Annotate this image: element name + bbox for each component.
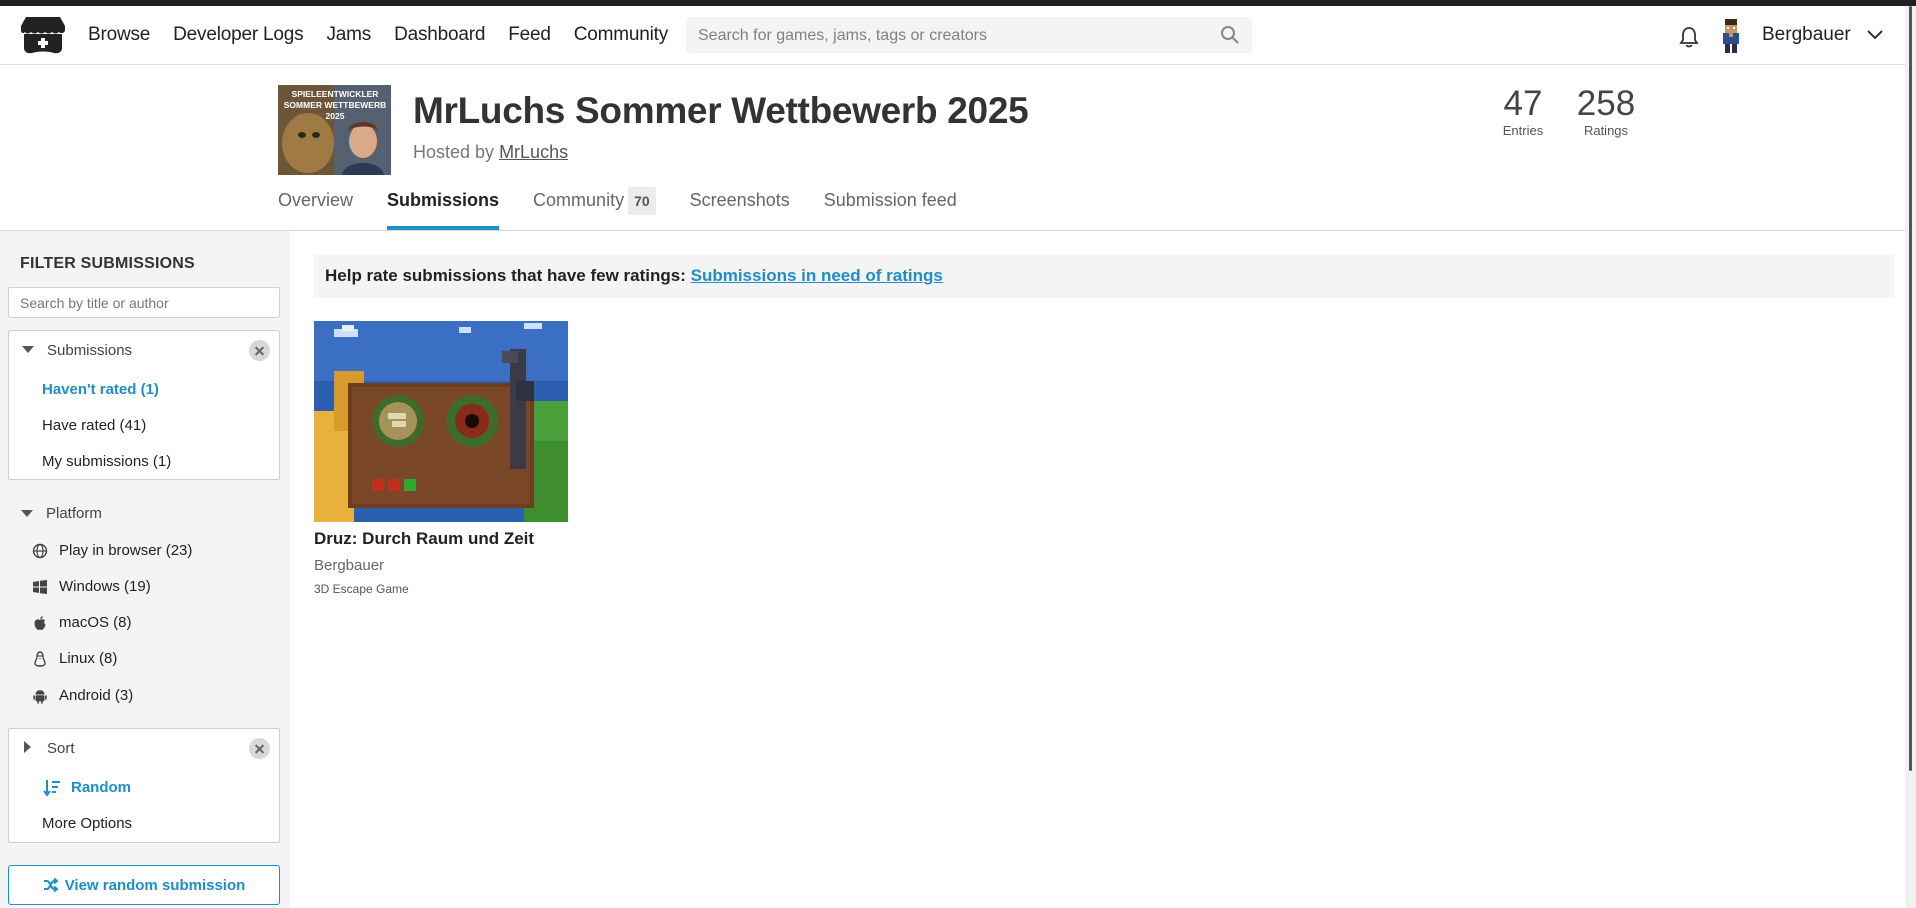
scrollbar-thumb[interactable] (1909, 6, 1912, 771)
platform-item-linux[interactable]: Linux (8) (32, 650, 117, 667)
clear-sort-icon[interactable] (249, 738, 270, 759)
notifications-bell-icon[interactable] (1678, 25, 1700, 49)
main-nav: Browse Developer Logs Jams Dashboard Fee… (88, 6, 668, 64)
entries-label: Entries (1502, 123, 1544, 138)
apple-icon (34, 615, 46, 630)
game-title[interactable]: Druz: Durch Raum und Zeit (314, 529, 534, 549)
search-icon[interactable] (1220, 25, 1240, 45)
nav-dashboard[interactable]: Dashboard (394, 24, 485, 46)
platform-label: Play in browser (23) (59, 542, 193, 559)
filter-my-submissions[interactable]: My submissions (1) (42, 453, 171, 470)
filter-search-input[interactable] (9, 288, 270, 317)
site-search (686, 17, 1252, 55)
platform-item-browser[interactable]: Play in browser (23) (32, 542, 192, 559)
platform-item-windows[interactable]: Windows (19) (32, 578, 151, 595)
username[interactable]: Bergbauer (1762, 6, 1851, 64)
community-count-badge: 70 (628, 187, 656, 215)
rating-notice-text: Help rate submissions that have few rati… (325, 266, 943, 286)
site-search-input[interactable] (696, 17, 1200, 55)
more-options-link[interactable]: More Options (42, 815, 132, 832)
platform-label: Windows (19) (59, 578, 151, 595)
sort-icon (43, 780, 60, 797)
platform-label: Linux (8) (59, 650, 118, 667)
host-link[interactable]: MrLuchs (499, 142, 568, 162)
random-button-label: View random submission (64, 876, 246, 894)
platform-filter-title[interactable]: Platform (46, 505, 102, 522)
android-icon (33, 689, 47, 703)
filter-havent-rated[interactable]: Haven't rated (1) (42, 381, 159, 398)
rating-notice: Help rate submissions that have few rati… (314, 255, 1894, 298)
nav-developer-logs[interactable]: Developer Logs (173, 24, 303, 46)
jam-hosted-by: Hosted by MrLuchs (413, 142, 568, 163)
nav-feed[interactable]: Feed (508, 24, 551, 46)
hosted-by-label: Hosted by (413, 142, 495, 162)
game-description: 3D Escape Game (314, 582, 409, 596)
ratings-count: 258 (1576, 84, 1636, 123)
windows-icon (33, 579, 47, 594)
user-avatar[interactable] (1720, 19, 1742, 53)
tab-submissions[interactable]: Submissions (387, 187, 500, 230)
itchio-logo-icon[interactable] (20, 15, 66, 55)
platform-item-macos[interactable]: macOS (8) (32, 614, 132, 631)
nav-community[interactable]: Community (574, 24, 668, 46)
jam-tabs: Overview Submissions Community 70 Screens… (278, 187, 957, 230)
sort-random[interactable]: Random (71, 779, 131, 796)
jam-cover-image[interactable]: SPIELEENTWICKLER SOMMER WETTBEWERB 2025 (278, 85, 391, 175)
filter-search (8, 287, 280, 318)
entries-count: 47 (1503, 84, 1543, 123)
linux-icon (34, 650, 46, 667)
tab-overview[interactable]: Overview (278, 187, 353, 230)
submissions-filter-panel: Submissions Haven't rated (1) Have rated… (8, 330, 280, 480)
submissions-need-ratings-link[interactable]: Submissions in need of ratings (691, 266, 943, 285)
shuffle-icon (43, 878, 59, 892)
chevron-down-icon[interactable] (1866, 26, 1884, 44)
entries-stat[interactable]: 47 Entries (1498, 84, 1548, 139)
ratings-stat[interactable]: 258 Ratings (1574, 84, 1638, 139)
globe-icon (32, 543, 48, 558)
sort-panel: Sort Random More Options (8, 728, 280, 843)
caret-right-icon[interactable] (24, 741, 31, 753)
ratings-label: Ratings (1583, 123, 1629, 138)
notice-text: Help rate submissions that have few rati… (325, 266, 686, 285)
view-random-submission-button[interactable]: View random submission (8, 865, 280, 905)
caret-down-icon[interactable] (21, 510, 33, 517)
filter-have-rated[interactable]: Have rated (41) (42, 417, 146, 434)
tab-submission-feed[interactable]: Submission feed (824, 187, 957, 230)
jam-header: SPIELEENTWICKLER SOMMER WETTBEWERB 2025 Mr… (0, 65, 1905, 231)
game-card: Druz: Durch Raum und Zeit Bergbauer 3D E… (314, 321, 568, 596)
nav-browse[interactable]: Browse (88, 24, 150, 46)
tab-screenshots[interactable]: Screenshots (690, 187, 790, 230)
clear-submissions-filter-icon[interactable] (249, 340, 270, 361)
platform-label: macOS (8) (59, 614, 132, 631)
site-header: Browse Developer Logs Jams Dashboard Fee… (0, 6, 1905, 65)
tab-community-label: Community (533, 190, 625, 210)
tab-community[interactable]: Community 70 (533, 187, 656, 230)
jam-cover-text: SPIELEENTWICKLER SOMMER WETTBEWERB 2025 (283, 89, 387, 121)
game-author[interactable]: Bergbauer (314, 557, 384, 574)
nav-jams[interactable]: Jams (326, 24, 371, 46)
game-thumbnail[interactable] (314, 321, 568, 522)
filter-title: FILTER SUBMISSIONS (20, 255, 195, 272)
sort-title[interactable]: Sort (47, 740, 75, 757)
platform-item-android[interactable]: Android (3) (32, 687, 133, 704)
caret-down-icon[interactable] (22, 346, 34, 353)
submissions-filter-title[interactable]: Submissions (47, 342, 132, 359)
jam-title: MrLuchs Sommer Wettbewerb 2025 (413, 90, 1029, 131)
filter-sidebar: FILTER SUBMISSIONS Submissions Haven't r… (0, 231, 290, 908)
platform-label: Android (3) (59, 687, 134, 704)
